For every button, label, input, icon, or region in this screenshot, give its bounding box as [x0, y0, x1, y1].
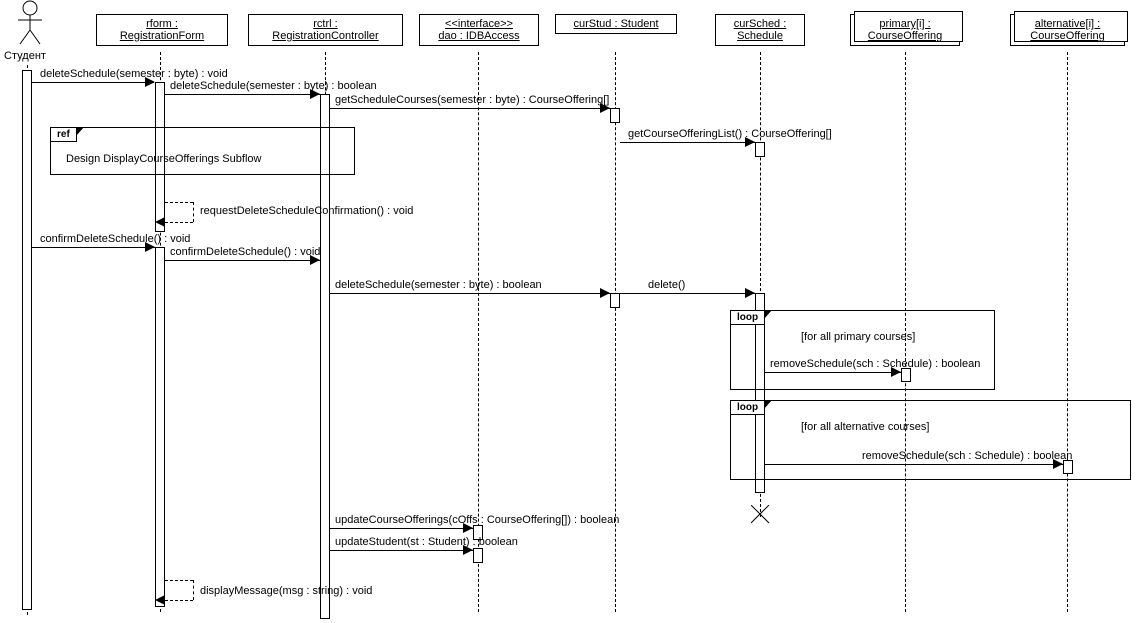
msg-m7: confirmDeleteSchedule() : void	[170, 246, 320, 258]
msg-m12: updateCourseOfferings(cOffs : CourseOffe…	[335, 514, 619, 526]
msg-m4: getCourseOfferingList() : CourseOffering…	[628, 128, 832, 140]
msg-m10: removeSchedule(sch : Schedule) : boolean	[770, 358, 980, 370]
arrow-m10	[765, 372, 901, 373]
msg-m8: deleteSchedule(semester : byte) : boolea…	[335, 279, 542, 291]
msg-m11: removeSchedule(sch : Schedule) : boolean	[862, 450, 1072, 462]
arrow-m2	[165, 94, 320, 95]
arrow-m12	[330, 528, 473, 529]
frame-ref: ref Design DisplayCourseOfferings Subflo…	[50, 127, 355, 175]
frame-ref-label: ref	[50, 127, 77, 142]
arrow-m13	[330, 550, 473, 551]
frame-loop2-label: loop	[730, 400, 765, 415]
frame-ref-text: Design DisplayCourseOfferings Subflow	[66, 153, 261, 165]
msg-m9: delete()	[648, 279, 685, 291]
lifeline-cursched-head: curSched : Schedule	[715, 14, 805, 46]
actor-student	[10, 0, 50, 46]
arrow-m7	[165, 260, 320, 261]
frame-loop1: loop [for all primary courses]	[730, 310, 995, 390]
activation-cursched-1	[755, 142, 765, 157]
activation-rform-2	[155, 247, 165, 607]
actor-label: Студент	[0, 50, 55, 62]
arrow-m11	[765, 464, 1063, 465]
arrowhead-m8	[600, 288, 610, 298]
frame-loop2: loop [for all alternative courses]	[730, 400, 1131, 480]
msg-m1: deleteSchedule(semester : byte) : void	[40, 68, 228, 80]
msg-m5: requestDeleteScheduleConfirmation() : vo…	[200, 205, 413, 217]
arrow-m1	[32, 82, 154, 83]
arrowhead-m9	[745, 288, 755, 298]
lifeline-rctrl-head: rctrl : RegistrationController	[248, 14, 403, 46]
frame-loop1-guard: [for all primary courses]	[801, 331, 915, 343]
msg-m14: displayMessage(msg : string) : void	[200, 585, 372, 597]
activation-actor	[22, 70, 32, 610]
activation-curstud-1	[610, 108, 620, 123]
lifeline-dao-head: <<interface>> dao : IDBAccess	[419, 14, 539, 46]
msg-m3: getScheduleCourses(semester : byte) : Co…	[335, 94, 609, 106]
activation-curstud-2	[610, 293, 620, 308]
lifeline-rform-head: rform : RegistrationForm	[96, 14, 228, 46]
frame-loop1-label: loop	[730, 310, 765, 325]
lifeline-curstud-head: curStud : Student	[555, 14, 677, 34]
arrow-m4	[620, 142, 755, 143]
msg-m2: deleteSchedule(semester : byte) : boolea…	[170, 80, 377, 92]
arrow-m6	[32, 247, 155, 248]
destroy-cursched	[751, 505, 771, 531]
activation-dao-2	[473, 548, 483, 563]
frame-loop2-guard: [for all alternative courses]	[801, 421, 929, 433]
lifeline-alternative-head: alternative[i] : CourseOffering	[1010, 14, 1125, 46]
sequence-diagram: Студент rform : RegistrationForm rctrl :…	[0, 0, 1142, 623]
lifeline-alternative-line	[1067, 52, 1068, 612]
arrow-m8	[330, 293, 610, 294]
arrow-m9	[620, 293, 755, 294]
msg-m13: updateStudent(st : Student) : boolean	[335, 536, 518, 548]
msg-m6: confirmDeleteSchedule() : void	[40, 233, 190, 245]
arrow-m3	[330, 108, 610, 109]
lifeline-primary-head: primary[i] : CourseOffering	[850, 14, 960, 46]
lifeline-curstud-line	[615, 52, 616, 612]
